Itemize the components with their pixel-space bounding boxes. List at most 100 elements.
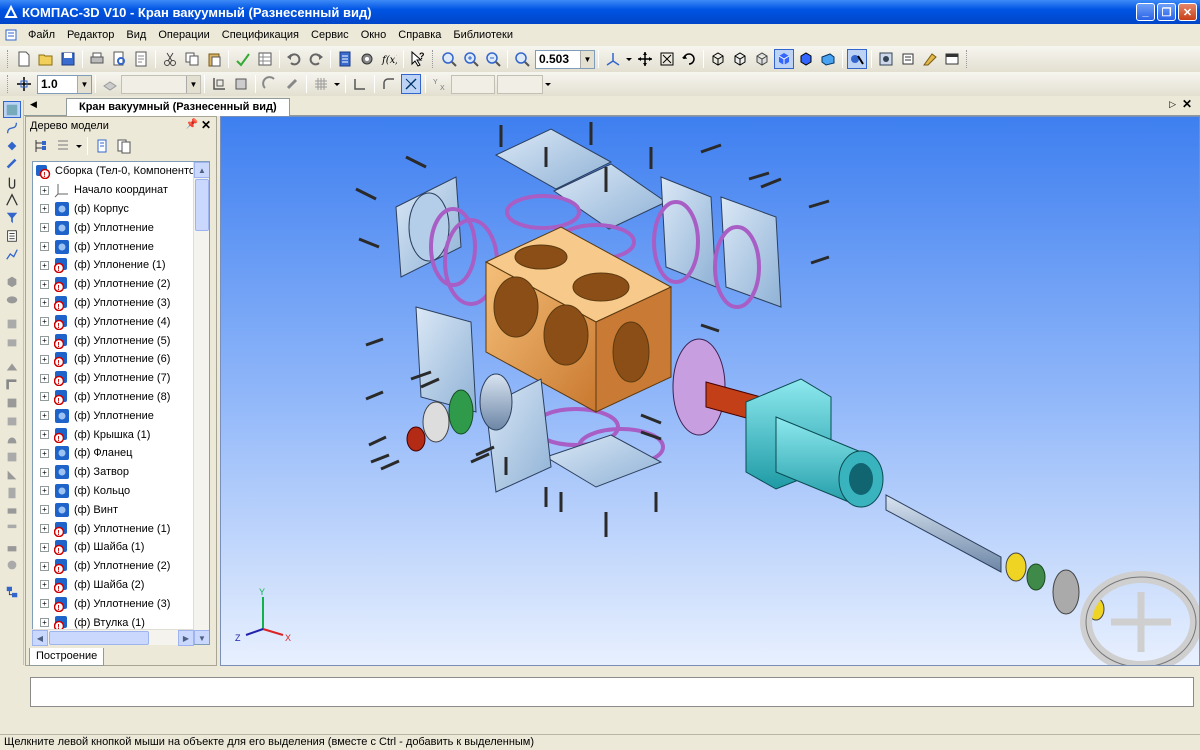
expand-icon[interactable]: + (40, 392, 49, 402)
tree-item[interactable]: + (ф) Уплотнение (33, 406, 209, 425)
tree-item[interactable]: + (ф) Корпус (33, 200, 209, 219)
orientation-icon[interactable] (603, 49, 623, 69)
expand-icon[interactable]: + (40, 260, 49, 270)
tab-scroll-left-icon[interactable]: ◀ (30, 99, 37, 110)
chevron-down-icon[interactable]: ▼ (186, 75, 200, 93)
toolbar-grip-3[interactable] (966, 50, 969, 68)
move-component-icon[interactable] (3, 556, 21, 573)
chamfer-icon[interactable] (3, 394, 21, 411)
measure-icon[interactable] (898, 49, 918, 69)
tree-item[interactable]: +! (ф) Уплотнение (2) (33, 275, 209, 294)
expand-icon[interactable]: + (40, 467, 49, 477)
toolbar-grip-4[interactable] (7, 75, 10, 93)
menu-specification[interactable]: Спецификация (216, 24, 305, 46)
hole-icon[interactable] (3, 430, 21, 447)
split-icon[interactable] (3, 538, 21, 555)
menu-help[interactable]: Справка (392, 24, 447, 46)
edit-assembly-icon[interactable] (3, 101, 21, 118)
redo-icon[interactable] (306, 49, 326, 69)
properties-panel-area[interactable] (30, 677, 1194, 707)
layer-icon[interactable] (100, 74, 120, 94)
chevron-down-icon[interactable]: ▼ (580, 50, 594, 68)
expand-icon[interactable]: + (40, 336, 49, 346)
parametric-mode-icon[interactable] (401, 74, 421, 94)
menu-view[interactable]: Вид (120, 24, 152, 46)
close-panel-icon[interactable]: ✕ (201, 118, 211, 132)
surface-icon[interactable] (3, 155, 21, 172)
tree-item[interactable]: +! (ф) Уплотнение (1) (33, 519, 209, 538)
step-cursor-icon[interactable] (14, 74, 34, 94)
chevron-down-icon[interactable]: ▼ (77, 75, 91, 93)
coord-y-field[interactable] (497, 74, 543, 94)
grid-icon[interactable] (311, 74, 331, 94)
chevron-down-icon[interactable] (75, 136, 83, 156)
paste-icon[interactable] (204, 49, 224, 69)
expand-icon[interactable]: + (40, 279, 49, 289)
tree-item[interactable]: +! (ф) Уплотнение (4) (33, 312, 209, 331)
open-folder-icon[interactable] (36, 49, 56, 69)
scroll-down-icon[interactable]: ▼ (194, 630, 209, 644)
array-icon[interactable] (3, 448, 21, 465)
menu-libraries[interactable]: Библиотеки (447, 24, 519, 46)
calculator-icon[interactable] (920, 49, 940, 69)
menu-file[interactable]: Файл (22, 24, 61, 46)
coord-x-field[interactable] (451, 74, 495, 94)
cut-rotate-icon[interactable] (3, 333, 21, 350)
tree-item[interactable]: +! (ф) Шайба (1) (33, 538, 209, 557)
properties-icon[interactable] (233, 49, 253, 69)
hidden-lines-icon[interactable] (730, 49, 750, 69)
toolbar-grip-2[interactable] (432, 50, 435, 68)
snap-icon[interactable] (260, 74, 280, 94)
zoom-scale-icon[interactable] (512, 49, 532, 69)
expand-icon[interactable]: + (40, 354, 49, 364)
cut-extrude-icon[interactable] (3, 315, 21, 332)
variables-fx-icon[interactable]: f(x) (379, 49, 399, 69)
pan-icon[interactable] (635, 49, 655, 69)
zoom-out-icon[interactable] (483, 49, 503, 69)
expand-icon[interactable]: + (40, 486, 49, 496)
maximize-button[interactable]: ❐ (1157, 3, 1176, 21)
zoom-window-icon[interactable] (461, 49, 481, 69)
document-tab[interactable]: Кран вакуумный (Разнесенный вид) (66, 98, 290, 116)
model-viewport[interactable]: Y X Z (220, 116, 1200, 666)
chevron-down-icon[interactable] (625, 49, 633, 69)
preview-icon[interactable] (131, 49, 151, 69)
copy-icon[interactable] (182, 49, 202, 69)
manager-icon[interactable] (335, 49, 355, 69)
menu-window[interactable]: Окно (355, 24, 393, 46)
new-document-icon[interactable] (14, 49, 34, 69)
curve-icon[interactable] (3, 119, 21, 136)
print-preview-icon[interactable] (109, 49, 129, 69)
show-all-icon[interactable] (657, 49, 677, 69)
menu-operations[interactable]: Операции (152, 24, 215, 46)
wireframe-icon[interactable] (708, 49, 728, 69)
window-layout-icon[interactable] (942, 49, 962, 69)
minimize-button[interactable]: _ (1136, 3, 1155, 21)
coordinates-icon[interactable]: YX (430, 74, 450, 94)
component-manager-icon[interactable] (876, 49, 896, 69)
expand-icon[interactable]: + (40, 317, 49, 327)
shaded-icon[interactable] (774, 49, 794, 69)
undo-icon[interactable] (284, 49, 304, 69)
spreadsheet-icon[interactable] (255, 49, 275, 69)
scroll-up-icon[interactable]: ▲ (194, 162, 209, 178)
tree-doc-icon[interactable] (92, 136, 112, 156)
draft-icon[interactable] (3, 484, 21, 501)
library-manager-icon[interactable] (357, 49, 377, 69)
tree-docs-icon[interactable] (114, 136, 134, 156)
tree-item[interactable]: +! (ф) Уплонение (1) (33, 256, 209, 275)
assembly-tree-icon[interactable] (3, 583, 21, 600)
expand-icon[interactable]: + (40, 185, 49, 195)
tree-item[interactable]: +! (ф) Уплотнение (7) (33, 369, 209, 388)
toolbar-grip[interactable] (7, 50, 10, 68)
cut-icon[interactable] (160, 49, 180, 69)
tree-item[interactable]: +! (ф) Уплотнение (8) (33, 388, 209, 407)
tree-vertical-scrollbar[interactable]: ▲ ▼ (193, 162, 209, 644)
expand-icon[interactable]: + (40, 599, 49, 609)
rib-icon[interactable] (3, 412, 21, 429)
expand-icon[interactable]: + (40, 223, 49, 233)
layer-combo[interactable]: ▼ (121, 74, 201, 94)
expand-icon[interactable]: + (40, 561, 49, 571)
measure-tools-icon[interactable] (3, 191, 21, 208)
tree-item[interactable]: +! (ф) Уплотнение (5) (33, 331, 209, 350)
